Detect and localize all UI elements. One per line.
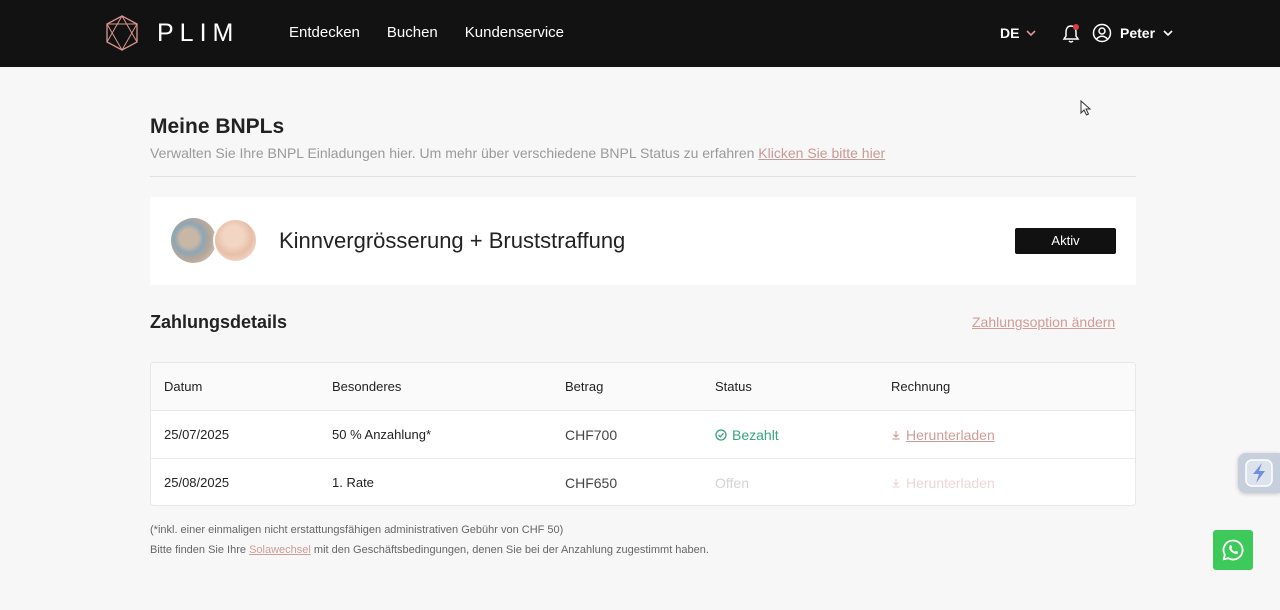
- treatment-thumbnail-breast: [213, 218, 258, 263]
- mouse-cursor-icon: [1080, 100, 1092, 116]
- brand-logo[interactable]: PLIM: [105, 15, 239, 51]
- logo-mark-icon: [106, 15, 138, 51]
- download-invoice-link[interactable]: Herunterladen: [891, 411, 995, 459]
- side-widget-button[interactable]: [1238, 453, 1280, 493]
- row-note: 50 % Anzahlung*: [332, 427, 432, 442]
- user-menu[interactable]: Peter: [1092, 23, 1173, 43]
- widget-icon: [1245, 459, 1273, 487]
- top-navigation-bar: PLIM Entdecken Buchen Kundenservice DE P…: [0, 0, 1280, 67]
- column-header-date: Datum: [164, 379, 203, 394]
- check-circle-icon: [715, 429, 727, 441]
- footnote-suffix: mit den Geschäftsbedingungen, denen Sie …: [313, 544, 709, 556]
- row-amount: CHF700: [565, 427, 618, 443]
- column-header-amount: Betrag: [565, 379, 604, 394]
- row-status-paid: Bezahlt: [715, 411, 779, 459]
- column-header-note: Besonderes: [332, 379, 402, 394]
- divider: [150, 176, 1136, 177]
- whatsapp-icon: [1222, 539, 1244, 561]
- bnpl-status-info-link[interactable]: Klicken Sie bitte hier: [758, 145, 885, 161]
- row-note: 1. Rate: [332, 475, 374, 490]
- column-header-invoice: Rechnung: [891, 379, 951, 394]
- bnpl-plan-card[interactable]: Kinnvergrösserung + Bruststraffung Aktiv: [150, 197, 1136, 285]
- row-date: 25/07/2025: [164, 427, 230, 442]
- status-text: Bezahlt: [732, 427, 779, 443]
- whatsapp-chat-button[interactable]: [1213, 530, 1253, 570]
- nav-item-buchen[interactable]: Buchen: [387, 24, 438, 41]
- table-row: 25/07/2025 50 % Anzahlung* CHF700 Bezahl…: [151, 411, 1135, 459]
- payment-details-title: Zahlungsdetails: [150, 312, 288, 332]
- chevron-down-icon: [1026, 30, 1037, 37]
- footnote-prefix: Bitte finden Sie Ihre: [150, 544, 247, 556]
- download-icon: [892, 479, 900, 488]
- page-subtitle: Verwalten Sie Ihre BNPL Einladungen hier…: [150, 145, 885, 161]
- download-invoice-disabled: Herunterladen: [891, 459, 995, 505]
- column-header-status: Status: [715, 379, 752, 394]
- brand-name: PLIM: [157, 18, 240, 47]
- row-amount: CHF650: [565, 475, 618, 491]
- row-status-open: Offen: [715, 475, 749, 491]
- language-selector[interactable]: DE: [1000, 25, 1037, 41]
- page-title: Meine BNPLs: [150, 115, 285, 138]
- user-name: Peter: [1120, 25, 1156, 41]
- notification-dot: [1073, 24, 1079, 30]
- treatment-thumbnail-chin: [171, 218, 216, 263]
- chevron-down-icon: [1163, 30, 1173, 37]
- footnote-fee: (*inkl. einer einmaligen nicht erstattun…: [150, 524, 564, 536]
- nav-item-entdecken[interactable]: Entdecken: [289, 24, 360, 41]
- payment-table: Datum Besonderes Betrag Status Rechnung …: [150, 362, 1136, 506]
- language-code: DE: [1000, 25, 1020, 41]
- download-label: Herunterladen: [906, 475, 995, 491]
- page-subtitle-text: Verwalten Sie Ihre BNPL Einladungen hier…: [150, 145, 755, 161]
- download-icon: [892, 431, 900, 440]
- solawechsel-link[interactable]: Solawechsel: [249, 544, 311, 556]
- nav-item-kundenservice[interactable]: Kundenservice: [465, 24, 564, 41]
- table-row: 25/08/2025 1. Rate CHF650 Offen Herunter…: [151, 459, 1135, 505]
- download-label: Herunterladen: [906, 427, 995, 443]
- table-header: Datum Besonderes Betrag Status Rechnung: [151, 363, 1135, 411]
- plan-status-badge: Aktiv: [1015, 228, 1116, 254]
- change-payment-option-link[interactable]: Zahlungsoption ändern: [972, 314, 1115, 330]
- row-date: 25/08/2025: [164, 475, 230, 490]
- user-circle-icon: [1092, 23, 1112, 43]
- plan-name: Kinnvergrösserung + Bruststraffung: [279, 228, 626, 253]
- footnote-terms: Bitte finden Sie Ihre Solawechsel mit de…: [150, 544, 709, 556]
- main-nav: Entdecken Buchen Kundenservice: [289, 24, 591, 41]
